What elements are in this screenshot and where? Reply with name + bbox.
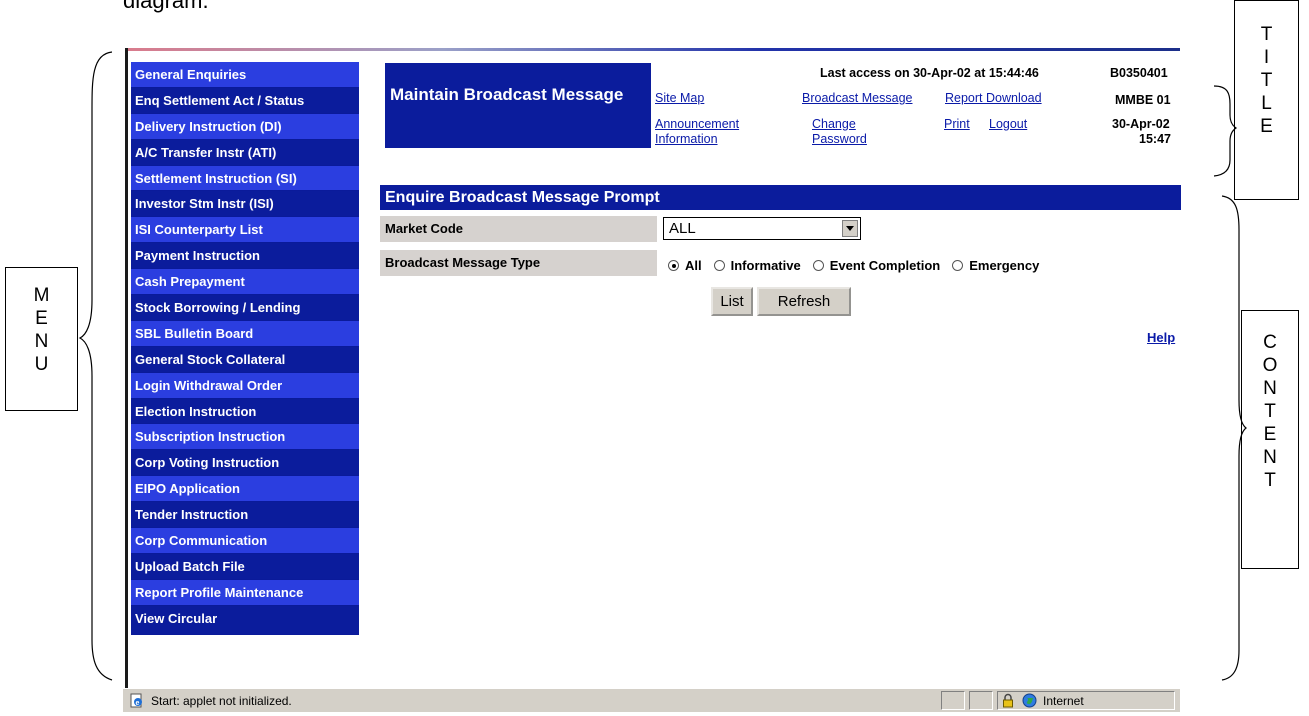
radio-all[interactable] <box>668 260 679 271</box>
current-date: 30-Apr-02 <box>1112 117 1170 131</box>
menu-item-ac-transfer[interactable]: A/C Transfer Instr (ATI) <box>131 139 359 166</box>
menu-item-tender-instruction[interactable]: Tender Instruction <box>131 502 359 529</box>
broadcast-message-link[interactable]: Broadcast Message <box>802 91 912 105</box>
lock-icon <box>1001 693 1015 711</box>
title-brace <box>1213 85 1238 177</box>
menu-item-corp-communication[interactable]: Corp Communication <box>131 528 359 554</box>
menu-item-general-enquiries[interactable]: General Enquiries <box>131 62 359 88</box>
market-code-select[interactable]: ALL <box>663 217 861 240</box>
radio-event-completion[interactable] <box>812 260 824 271</box>
change-password-line2: Password <box>812 132 867 146</box>
logout-link[interactable]: Logout <box>989 117 1027 131</box>
security-zone-segment: Internet <box>997 691 1175 710</box>
radio-informative[interactable] <box>713 260 725 271</box>
page-title: Maintain Broadcast Message <box>385 63 651 148</box>
menu-item-stock-borrowing[interactable]: Stock Borrowing / Lending <box>131 295 359 321</box>
status-segment <box>941 691 965 710</box>
list-button[interactable]: List <box>711 287 753 316</box>
window-left-border <box>125 48 128 688</box>
change-password-link[interactable]: Change Password <box>812 117 867 147</box>
menu-item-stock-collateral[interactable]: General Stock Collateral <box>131 346 359 373</box>
user-id: B0350401 <box>1110 66 1168 80</box>
message-type-radio-group: All Informative Event Completion Emergen… <box>668 258 1051 273</box>
menu-item-cash-prepayment[interactable]: Cash Prepayment <box>131 269 359 296</box>
status-bar: e Start: applet not initialized. Interne… <box>123 688 1180 712</box>
report-download-link[interactable]: Report Download <box>945 91 1042 105</box>
ie-page-icon: e <box>129 693 144 711</box>
sidebar-menu: General Enquiries Enq Settlement Act / S… <box>131 62 359 635</box>
menu-item-subscription-instruction[interactable]: Subscription Instruction <box>131 424 359 451</box>
site-map-link[interactable]: Site Map <box>655 91 704 105</box>
menu-item-login-withdrawal[interactable]: Login Withdrawal Order <box>131 372 359 399</box>
change-password-line1: Change <box>812 117 856 131</box>
menu-item-election-instruction[interactable]: Election Instruction <box>131 398 359 425</box>
content-heading: Enquire Broadcast Message Prompt <box>380 185 1181 210</box>
menu-item-settlement-instruction[interactable]: Settlement Instruction (SI) <box>131 165 359 192</box>
market-code-value: ALL <box>669 220 696 237</box>
radio-event-completion-label: Event Completion <box>829 258 941 273</box>
menu-item-investor-stm[interactable]: Investor Stm Instr (ISI) <box>131 191 359 218</box>
announcement-link-line1: Announcement <box>655 117 740 131</box>
menu-item-isi-counterparty[interactable]: ISI Counterparty List <box>131 217 359 244</box>
chevron-down-icon[interactable] <box>842 220 858 237</box>
window-top-rule <box>128 48 1180 51</box>
menu-item-enq-settlement[interactable]: Enq Settlement Act / Status <box>131 87 359 114</box>
print-link[interactable]: Print <box>944 117 970 131</box>
radio-emergency-label: Emergency <box>969 258 1040 273</box>
zone-label: Internet <box>1043 694 1084 708</box>
menu-item-upload-batch[interactable]: Upload Batch File <box>131 553 359 580</box>
radio-all-label: All <box>685 258 702 273</box>
current-time: 15:47 <box>1139 132 1171 146</box>
system-code: MMBE 01 <box>1115 93 1171 107</box>
status-segment <box>969 691 993 710</box>
svg-text:e: e <box>136 700 140 707</box>
radio-emergency[interactable] <box>952 260 964 271</box>
refresh-button[interactable]: Refresh <box>757 287 851 316</box>
last-access-text: Last access on 30-Apr-02 at 15:44:46 <box>820 66 1039 80</box>
menu-item-report-profile[interactable]: Report Profile Maintenance <box>131 579 359 606</box>
menu-item-payment-instruction[interactable]: Payment Instruction <box>131 243 359 270</box>
menu-item-view-circular[interactable]: View Circular <box>131 605 359 635</box>
status-text: Start: applet not initialized. <box>151 694 292 708</box>
announcement-link-line2: Information <box>655 132 718 146</box>
menu-item-corp-voting[interactable]: Corp Voting Instruction <box>131 450 359 477</box>
announcement-link[interactable]: Announcement Information <box>655 117 739 147</box>
menu-item-eipo-application[interactable]: EIPO Application <box>131 476 359 503</box>
market-code-label: Market Code <box>380 216 657 242</box>
content-brace <box>1221 195 1247 681</box>
menu-brace <box>78 51 113 681</box>
message-type-label: Broadcast Message Type <box>380 250 657 276</box>
help-link[interactable]: Help <box>1147 330 1175 345</box>
menu-item-delivery-instruction[interactable]: Delivery Instruction (DI) <box>131 113 359 140</box>
internet-globe-icon <box>1022 693 1037 711</box>
menu-item-sbl-bulletin[interactable]: SBL Bulletin Board <box>131 320 359 347</box>
radio-informative-label: Informative <box>730 258 801 273</box>
